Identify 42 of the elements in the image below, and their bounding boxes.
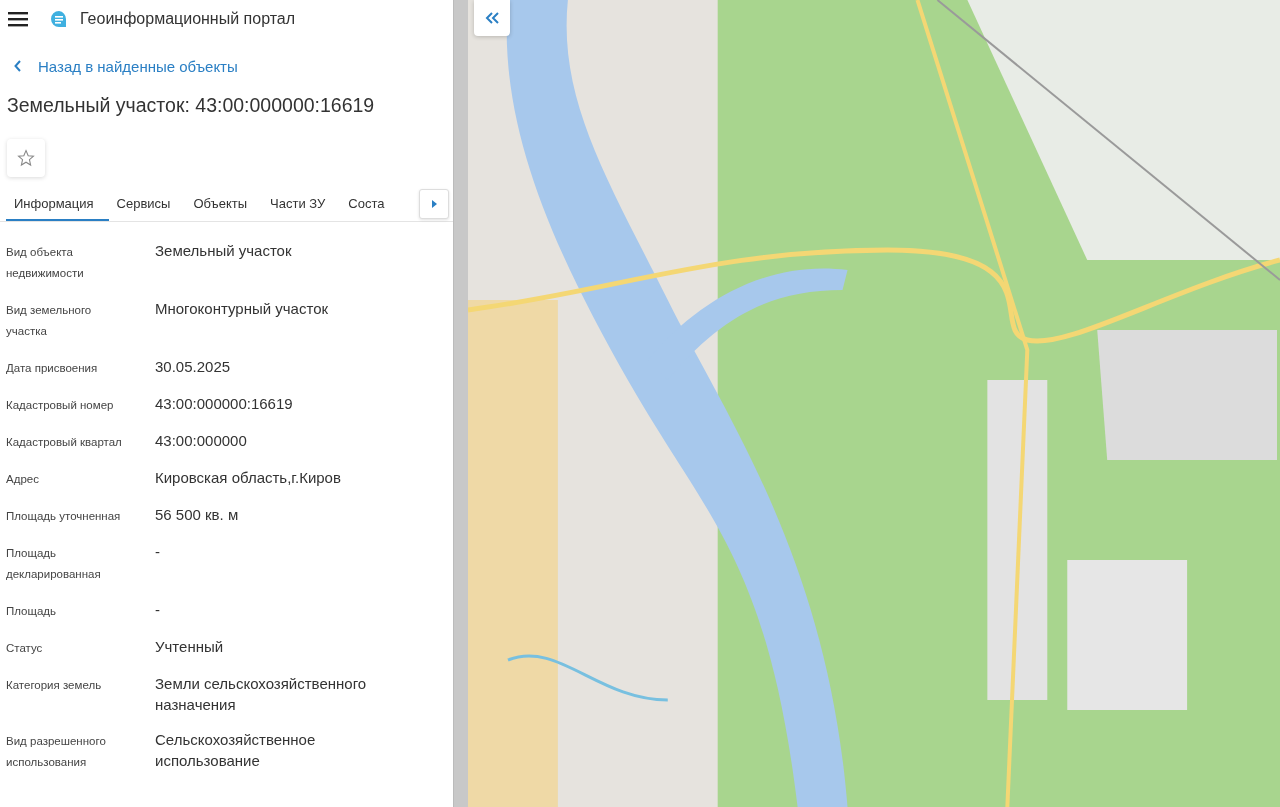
property-label: Площадь xyxy=(6,604,58,619)
property-value: 43:00:000000 xyxy=(155,431,248,451)
property-value: Кировская область,г.Киров xyxy=(155,468,342,488)
property-label: Кадастровый квартал xyxy=(6,435,123,450)
property-label: Адрес xyxy=(6,472,40,487)
property-value: Земли сельскохозяйственного назначения xyxy=(155,674,368,715)
property-label: Вид земельного участка xyxy=(6,303,93,339)
property-value: 56 500 кв. м xyxy=(155,505,240,525)
property-value: Сельскохозяйственное использование xyxy=(155,730,317,771)
property-label: Дата присвоения xyxy=(6,361,99,376)
favorite-button[interactable] xyxy=(7,139,45,177)
tab[interactable]: Части ЗУ xyxy=(262,187,341,221)
chevron-left-icon xyxy=(14,60,22,72)
star-icon xyxy=(17,149,35,167)
property-label: Площадь уточненная xyxy=(6,509,122,524)
object-heading: Земельный участок: 43:00:000000:16619 xyxy=(6,93,376,117)
property-value: Многоконтурный участок xyxy=(155,299,330,319)
property-value: 43:00:000000:16619 xyxy=(155,394,294,414)
property-label: Вид объекта недвижимости xyxy=(6,245,85,281)
property-value: - xyxy=(155,542,161,562)
property-label: Кадастровый номер xyxy=(6,398,115,413)
property-label: Вид разрешенного использования xyxy=(6,734,107,770)
scrollbar[interactable] xyxy=(453,0,468,807)
property-value: - xyxy=(155,600,161,620)
tab[interactable]: Объекты xyxy=(185,187,263,221)
tab[interactable]: Сервисы xyxy=(108,187,186,221)
portal-title: Геоинформационный портал xyxy=(80,10,296,28)
property-label: Площадь декларированная xyxy=(6,546,102,582)
menu-icon[interactable] xyxy=(8,11,28,27)
tab[interactable]: Информация xyxy=(6,187,109,221)
collapse-panel-button[interactable] xyxy=(474,0,510,36)
logo-icon xyxy=(50,10,68,28)
double-chevron-left-icon xyxy=(485,12,499,24)
back-link[interactable]: Назад в найденные объекты xyxy=(38,57,238,75)
tab[interactable]: Соста xyxy=(340,187,400,221)
property-value: Учтенный xyxy=(155,637,225,657)
property-value: Земельный участок xyxy=(155,241,293,261)
property-label: Категория земель xyxy=(6,678,103,693)
scroll-tabs-button[interactable] xyxy=(419,189,449,219)
property-label: Статус xyxy=(6,641,44,656)
property-value: 30.05.2025 xyxy=(155,357,232,377)
caret-icon xyxy=(431,200,437,208)
